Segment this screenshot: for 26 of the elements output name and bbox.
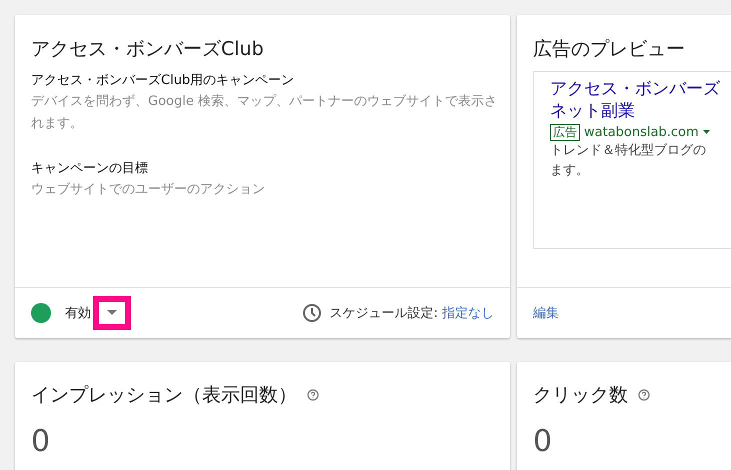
caret-icon — [107, 310, 117, 316]
edit-link[interactable]: 編集 — [533, 304, 559, 322]
section-heading: キャンペーンの目標 — [31, 160, 149, 178]
metric-value: 0 — [31, 424, 52, 459]
clock-icon — [302, 303, 322, 323]
card-title: 広告のプレビュー — [533, 37, 686, 62]
section-text: デバイスを問わず、Google 検索、マップ、パートナーのウェブサイトで表示されます。 — [31, 93, 498, 133]
ad-description: トレンド＆特化型ブログの — [550, 142, 707, 160]
status-label: 有効 — [65, 305, 91, 322]
schedule-label: スケジュール設定: — [330, 305, 438, 322]
ad-url: watabonslab.com — [584, 125, 699, 140]
section-heading: アクセス・ボンバーズClub用のキャンペーン — [31, 72, 296, 90]
help-icon[interactable] — [307, 389, 319, 401]
metric-label: クリック数 — [533, 383, 628, 408]
ad-badge: 広告 — [550, 124, 580, 141]
metric-label: インプレッション（表示回数） — [31, 383, 297, 408]
schedule-link[interactable]: 指定なし — [442, 304, 494, 322]
ad-description: ます。 — [550, 162, 590, 180]
metric-value: 0 — [533, 424, 554, 459]
ad-headline[interactable]: アクセス・ボンバーズ — [550, 78, 731, 100]
caret-icon — [702, 130, 710, 135]
card-title: アクセス・ボンバーズClub — [31, 37, 265, 62]
ad-headline[interactable]: ネット副業 — [550, 100, 731, 122]
section-text: ウェブサイトでのユーザーのアクション — [31, 181, 266, 199]
status-dropdown[interactable] — [93, 296, 131, 330]
help-icon[interactable] — [638, 389, 650, 401]
